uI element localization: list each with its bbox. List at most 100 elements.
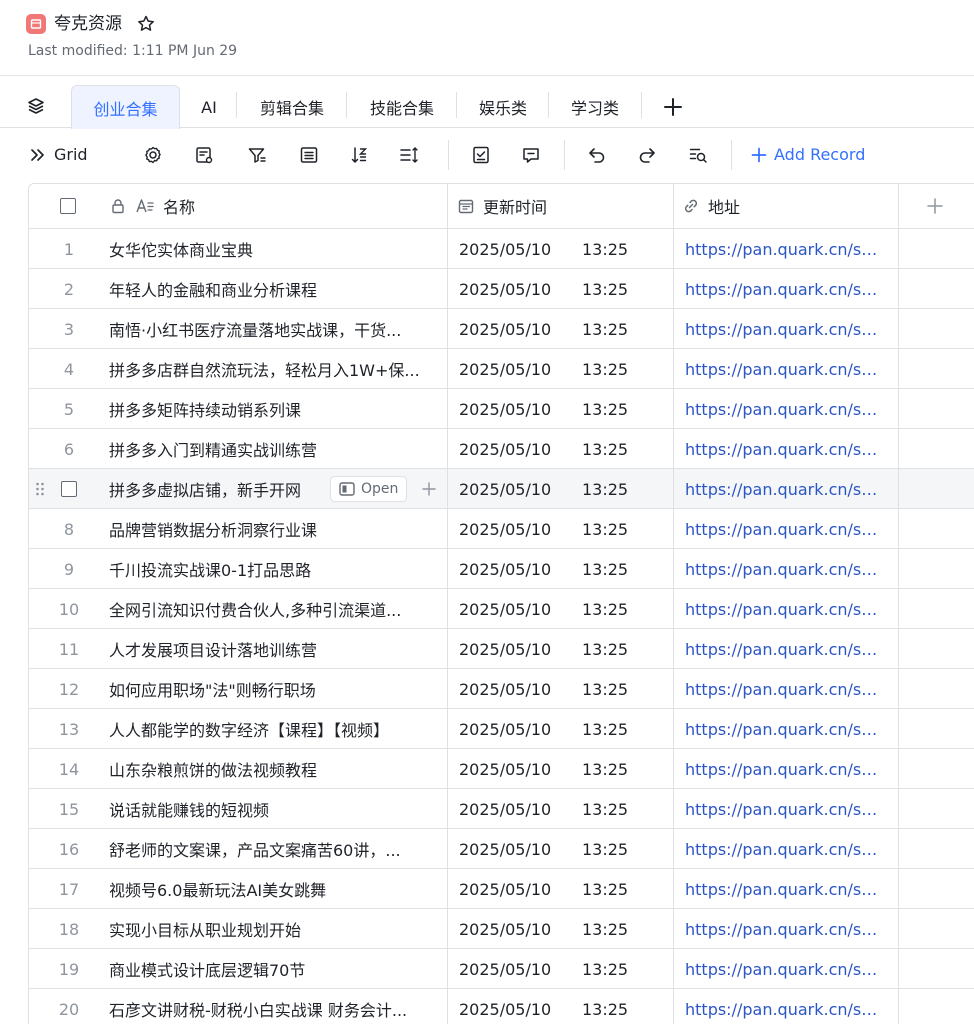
date-cell[interactable]: 2025/05/10 xyxy=(459,749,569,789)
url-link[interactable]: https://pan.quark.cn/s/... xyxy=(685,240,881,259)
name-cell[interactable]: 千川投流实战课0-1打品思路 xyxy=(109,549,443,589)
table-row[interactable]: 3 南悟·小红书医疗流量落地实战课，干货... 2025/05/10 13:25 htt… xyxy=(29,309,974,349)
add-column-button[interactable] xyxy=(925,184,950,228)
sort-button[interactable] xyxy=(349,144,371,166)
url-link[interactable]: https://pan.quark.cn/s/... xyxy=(685,760,881,779)
name-cell[interactable]: 如何应用职场"法"则畅行职场 xyxy=(109,669,443,709)
date-cell[interactable]: 2025/05/10 xyxy=(459,949,569,989)
table-row[interactable]: 17 视频号6.0最新玩法AI美女跳舞 2025/05/10 13:25 https:/… xyxy=(29,869,974,909)
url-link[interactable]: https://pan.quark.cn/s/... xyxy=(685,480,881,499)
date-cell[interactable]: 2025/05/10 xyxy=(459,349,569,389)
drag-handle-icon[interactable] xyxy=(35,481,45,497)
date-cell[interactable]: 2025/05/10 xyxy=(459,229,569,269)
date-cell[interactable]: 2025/05/10 xyxy=(459,549,569,589)
table-row[interactable]: 11 人才发展项目设计落地训练营 2025/05/10 13:25 https://pa… xyxy=(29,629,974,669)
url-link[interactable]: https://pan.quark.cn/s/... xyxy=(685,360,881,379)
url-cell[interactable]: https://pan.quark.cn/s/... xyxy=(685,749,883,789)
date-cell[interactable]: 2025/05/10 xyxy=(459,629,569,669)
row-height-button[interactable] xyxy=(398,144,420,166)
url-cell[interactable]: https://pan.quark.cn/s/... xyxy=(685,309,883,349)
tab-0[interactable]: 创业合集 xyxy=(71,85,180,129)
open-record-button[interactable]: Open xyxy=(330,476,408,502)
row-checkbox[interactable] xyxy=(61,481,77,497)
url-link[interactable]: https://pan.quark.cn/s/... xyxy=(685,520,881,539)
table-row[interactable]: 4 拼多多店群自然流玩法，轻松月入1W+保... 2025/05/10 13:25 ht… xyxy=(29,349,974,389)
name-cell[interactable]: 南悟·小红书医疗流量落地实战课，干货... xyxy=(109,309,443,349)
name-cell[interactable]: 全网引流知识付费合伙人,多种引流渠道... xyxy=(109,589,443,629)
row-add-plus-icon[interactable] xyxy=(419,479,439,499)
date-cell[interactable]: 2025/05/10 xyxy=(459,829,569,869)
url-cell[interactable]: https://pan.quark.cn/s/... xyxy=(685,429,883,469)
date-cell[interactable]: 2025/05/10 xyxy=(459,789,569,829)
date-cell[interactable]: 2025/05/10 xyxy=(459,309,569,349)
table-row[interactable]: 19 商业模式设计底层逻辑70节 2025/05/10 13:25 https://pa… xyxy=(29,949,974,989)
search-button[interactable] xyxy=(687,144,709,166)
checklist-button[interactable] xyxy=(470,144,492,166)
name-cell[interactable]: 拼多多矩阵持续动销系列课 xyxy=(109,389,443,429)
settings-button[interactable] xyxy=(142,144,164,166)
select-all-cell[interactable] xyxy=(60,184,76,228)
field-config-button[interactable] xyxy=(193,144,215,166)
name-cell[interactable]: 女华佗实体商业宝典 xyxy=(109,229,443,269)
url-link[interactable]: https://pan.quark.cn/s/... xyxy=(685,640,881,659)
date-cell[interactable]: 2025/05/10 xyxy=(459,589,569,629)
url-cell[interactable]: https://pan.quark.cn/s/... xyxy=(685,709,883,749)
name-cell[interactable]: 山东杂粮煎饼的做法视频教程 xyxy=(109,749,443,789)
url-cell[interactable]: https://pan.quark.cn/s/... xyxy=(685,349,883,389)
date-cell[interactable]: 2025/05/10 xyxy=(459,269,569,309)
tab-3[interactable]: 技能合集 xyxy=(348,86,456,128)
url-link[interactable]: https://pan.quark.cn/s/... xyxy=(685,1000,881,1019)
date-cell[interactable]: 2025/05/10 xyxy=(459,509,569,549)
url-cell[interactable]: https://pan.quark.cn/s/... xyxy=(685,909,883,949)
add-tab-plus-icon[interactable] xyxy=(660,94,686,120)
url-link[interactable]: https://pan.quark.cn/s/... xyxy=(685,840,881,859)
undo-button[interactable] xyxy=(586,144,608,166)
url-cell[interactable]: https://pan.quark.cn/s/... xyxy=(685,989,883,1024)
url-cell[interactable]: https://pan.quark.cn/s/... xyxy=(685,669,883,709)
url-cell[interactable]: https://pan.quark.cn/s/... xyxy=(685,869,883,909)
url-cell[interactable]: https://pan.quark.cn/s/... xyxy=(685,469,883,509)
url-link[interactable]: https://pan.quark.cn/s/... xyxy=(685,320,881,339)
table-row[interactable]: 2 年轻人的金融和商业分析课程 2025/05/10 13:25 https://pan… xyxy=(29,269,974,309)
url-cell[interactable]: https://pan.quark.cn/s/... xyxy=(685,629,883,669)
table-row[interactable]: 15 说话就能赚钱的短视频 2025/05/10 13:25 https://pan.q… xyxy=(29,789,974,829)
add-record-button[interactable]: Add Record xyxy=(750,143,865,167)
table-row[interactable]: 9 千川投流实战课0-1打品思路 2025/05/10 13:25 https://pa… xyxy=(29,549,974,589)
column-header-address[interactable]: 地址 xyxy=(682,184,898,228)
name-cell[interactable]: 石彦文讲财税-财税小白实战课 财务会计... xyxy=(109,989,443,1024)
layers-icon[interactable] xyxy=(26,96,46,116)
url-link[interactable]: https://pan.quark.cn/s/... xyxy=(685,680,881,699)
name-cell[interactable]: 品牌营销数据分析洞察行业课 xyxy=(109,509,443,549)
url-link[interactable]: https://pan.quark.cn/s/... xyxy=(685,280,881,299)
name-cell[interactable]: 人人都能学的数字经济【课程】【视频】 xyxy=(109,709,443,749)
name-cell[interactable]: 说话就能赚钱的短视频 xyxy=(109,789,443,829)
select-all-checkbox[interactable] xyxy=(60,198,76,214)
url-cell[interactable]: https://pan.quark.cn/s/... xyxy=(685,829,883,869)
tab-4[interactable]: 娱乐类 xyxy=(458,86,548,128)
url-cell[interactable]: https://pan.quark.cn/s/... xyxy=(685,549,883,589)
tab-5[interactable]: 学习类 xyxy=(550,86,640,128)
url-link[interactable]: https://pan.quark.cn/s/... xyxy=(685,560,881,579)
table-row[interactable]: 13 人人都能学的数字经济【课程】【视频】 2025/05/10 13:25 https… xyxy=(29,709,974,749)
url-link[interactable]: https://pan.quark.cn/s/... xyxy=(685,920,881,939)
name-cell[interactable]: 拼多多入门到精通实战训练营 xyxy=(109,429,443,469)
table-row[interactable]: 14 山东杂粮煎饼的做法视频教程 2025/05/10 13:25 https://pa… xyxy=(29,749,974,789)
url-cell[interactable]: https://pan.quark.cn/s/... xyxy=(685,789,883,829)
table-row[interactable]: 10 全网引流知识付费合伙人,多种引流渠道... 2025/05/10 13:25 ht… xyxy=(29,589,974,629)
date-cell[interactable]: 2025/05/10 xyxy=(459,989,569,1024)
url-cell[interactable]: https://pan.quark.cn/s/... xyxy=(685,509,883,549)
date-cell[interactable]: 2025/05/10 xyxy=(459,429,569,469)
url-link[interactable]: https://pan.quark.cn/s/... xyxy=(685,720,881,739)
name-cell[interactable]: 舒老师的文案课，产品文案痛苦60讲，... xyxy=(109,829,443,869)
date-cell[interactable]: 2025/05/10 xyxy=(459,909,569,949)
url-link[interactable]: https://pan.quark.cn/s/... xyxy=(685,400,881,419)
url-cell[interactable]: https://pan.quark.cn/s/... xyxy=(685,949,883,989)
date-cell[interactable]: 2025/05/10 xyxy=(459,389,569,429)
table-row[interactable]: 1 女华佗实体商业宝典 2025/05/10 13:25 https://pan.qua… xyxy=(29,229,974,269)
url-link[interactable]: https://pan.quark.cn/s/... xyxy=(685,800,881,819)
doc-title[interactable]: 夸克资源 xyxy=(54,12,122,36)
name-cell[interactable]: 年轻人的金融和商业分析课程 xyxy=(109,269,443,309)
name-cell[interactable]: 人才发展项目设计落地训练营 xyxy=(109,629,443,669)
url-cell[interactable]: https://pan.quark.cn/s/... xyxy=(685,229,883,269)
name-cell[interactable]: 实现小目标从职业规划开始 xyxy=(109,909,443,949)
